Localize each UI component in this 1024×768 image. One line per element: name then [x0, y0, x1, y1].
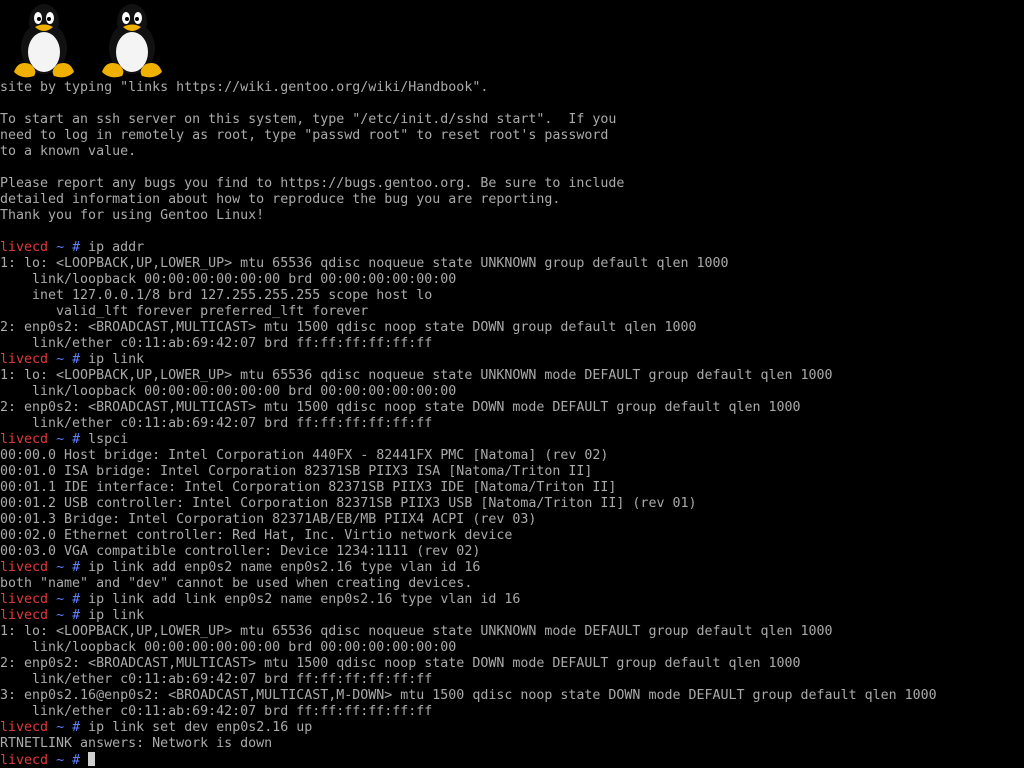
output-line: RTNETLINK answers: Network is down [0, 736, 273, 751]
output-line: link/loopback 00:00:00:00:00:00 brd 00:0… [0, 384, 457, 399]
prompt-line: livecd ~ # ip link set dev enp0s2.16 up [0, 720, 1024, 736]
output-line: 1: lo: <LOOPBACK,UP,LOWER_UP> mtu 65536 … [0, 256, 729, 271]
prompt-path: ~ [56, 432, 65, 447]
prompt-symbol: # [72, 560, 81, 575]
output-line: link/ether c0:11:ab:69:42:07 brd ff:ff:f… [0, 704, 433, 719]
prompt-line: livecd ~ # ip addr [0, 240, 1024, 256]
output-line: link/ether c0:11:ab:69:42:07 brd ff:ff:f… [0, 672, 433, 687]
tux-penguin-logo [102, 4, 162, 78]
command-text: ip link [88, 352, 145, 367]
prompt-path: ~ [56, 608, 65, 623]
command-text: ip addr [88, 240, 145, 255]
prompt-line: livecd ~ # ip link [0, 352, 1024, 368]
prompt-symbol: # [72, 432, 81, 447]
output-line: inet 127.0.0.1/8 brd 127.255.255.255 sco… [0, 288, 433, 303]
prompt-path: ~ [56, 592, 65, 607]
output-line: link/loopback 00:00:00:00:00:00 brd 00:0… [0, 272, 457, 287]
vga-console-screen[interactable]: site by typing "links https://wiki.gento… [0, 0, 1024, 768]
output-line: need to log in remotely as root, type "p… [0, 128, 609, 143]
output-line: 1: lo: <LOOPBACK,UP,LOWER_UP> mtu 65536 … [0, 368, 833, 383]
tux-penguin-logo [14, 4, 74, 78]
prompt-symbol: # [72, 753, 81, 768]
prompt-line: livecd ~ # ip link add enp0s2 name enp0s… [0, 560, 1024, 576]
output-line: 2: enp0s2: <BROADCAST,MULTICAST> mtu 150… [0, 656, 801, 671]
output-line: 00:02.0 Ethernet controller: Red Hat, In… [0, 528, 513, 543]
command-text: ip link [88, 608, 145, 623]
prompt-symbol: # [72, 240, 81, 255]
prompt-path: ~ [56, 560, 65, 575]
prompt-hostname: livecd [0, 753, 49, 768]
output-line: Please report any bugs you find to https… [0, 176, 625, 191]
output-line: detailed information about how to reprod… [0, 192, 561, 207]
prompt-hostname: livecd [0, 352, 49, 367]
prompt-line: livecd ~ # lspci [0, 432, 1024, 448]
output-line: link/ether c0:11:ab:69:42:07 brd ff:ff:f… [0, 336, 433, 351]
output-line: to a known value. [0, 144, 137, 159]
command-text: ip link set dev enp0s2.16 up [88, 720, 313, 735]
output-line: link/ether c0:11:ab:69:42:07 brd ff:ff:f… [0, 416, 433, 431]
output-line: site by typing "links https://wiki.gento… [0, 80, 489, 95]
output-line: 00:01.0 ISA bridge: Intel Corporation 82… [0, 464, 593, 479]
command-text: ip link add link enp0s2 name enp0s2.16 t… [88, 592, 521, 607]
prompt-hostname: livecd [0, 592, 49, 607]
output-line: 00:00.0 Host bridge: Intel Corporation 4… [0, 448, 609, 463]
boot-logo-area [0, 0, 180, 80]
output-line: 3: enp0s2.16@enp0s2: <BROADCAST,MULTICAS… [0, 688, 937, 703]
output-line: 1: lo: <LOOPBACK,UP,LOWER_UP> mtu 65536 … [0, 624, 833, 639]
output-line: 00:01.1 IDE interface: Intel Corporation… [0, 480, 617, 495]
text-cursor[interactable] [88, 752, 96, 766]
prompt-hostname: livecd [0, 560, 49, 575]
output-line: Thank you for using Gentoo Linux! [0, 208, 265, 223]
prompt-hostname: livecd [0, 608, 49, 623]
prompt-path: ~ [56, 352, 65, 367]
output-line: both "name" and "dev" cannot be used whe… [0, 576, 473, 591]
prompt-line: livecd ~ # [0, 752, 1024, 768]
output-line: 00:03.0 VGA compatible controller: Devic… [0, 544, 481, 559]
output-line: link/loopback 00:00:00:00:00:00 brd 00:0… [0, 640, 457, 655]
output-line: 00:01.3 Bridge: Intel Corporation 82371A… [0, 512, 537, 527]
prompt-path: ~ [56, 753, 65, 768]
prompt-symbol: # [72, 592, 81, 607]
prompt-symbol: # [72, 352, 81, 367]
prompt-line: livecd ~ # ip link [0, 608, 1024, 624]
prompt-symbol: # [72, 720, 81, 735]
output-line: 2: enp0s2: <BROADCAST,MULTICAST> mtu 150… [0, 400, 801, 415]
prompt-path: ~ [56, 240, 65, 255]
output-line: To start an ssh server on this system, t… [0, 112, 617, 127]
prompt-hostname: livecd [0, 240, 49, 255]
output-line: 2: enp0s2: <BROADCAST,MULTICAST> mtu 150… [0, 320, 697, 335]
command-text: ip link add enp0s2 name enp0s2.16 type v… [88, 560, 481, 575]
terminal-output[interactable]: site by typing "links https://wiki.gento… [0, 80, 1024, 768]
prompt-line: livecd ~ # ip link add link enp0s2 name … [0, 592, 1024, 608]
prompt-hostname: livecd [0, 720, 49, 735]
prompt-path: ~ [56, 720, 65, 735]
prompt-hostname: livecd [0, 432, 49, 447]
prompt-symbol: # [72, 608, 81, 623]
output-line: valid_lft forever preferred_lft forever [0, 304, 369, 319]
command-text: lspci [88, 432, 129, 447]
output-line: 00:01.2 USB controller: Intel Corporatio… [0, 496, 697, 511]
